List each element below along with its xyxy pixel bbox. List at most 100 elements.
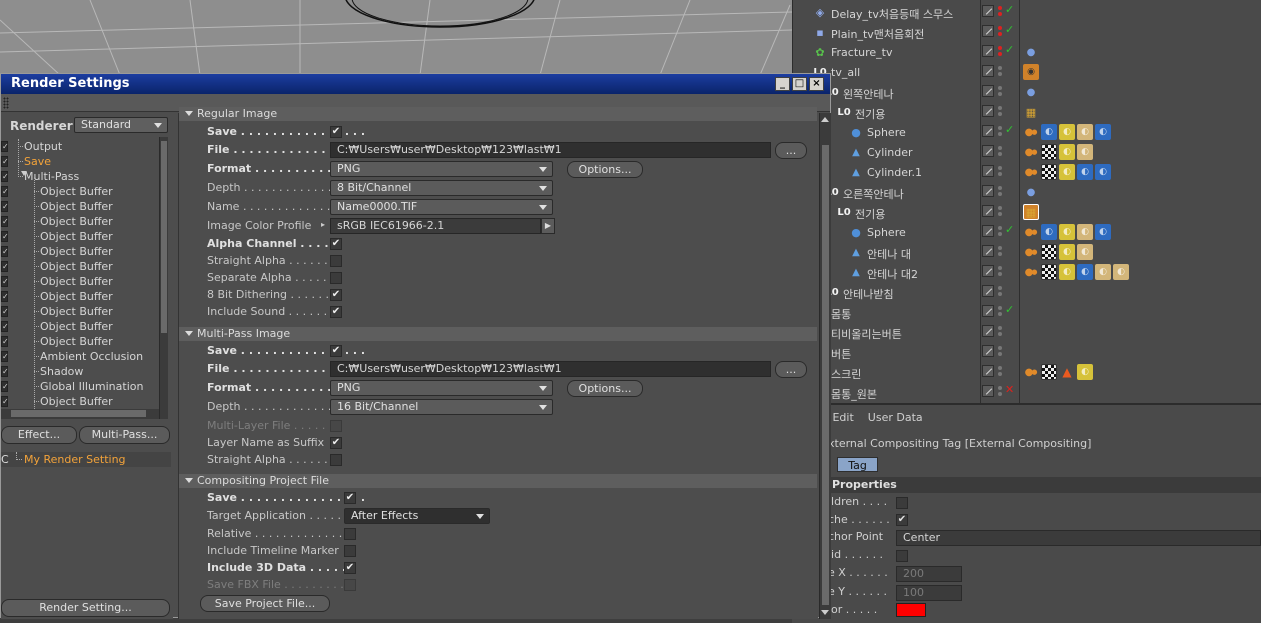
target-tag-icon[interactable]: ◉	[1023, 64, 1039, 80]
layer-edit-icon[interactable]	[982, 65, 994, 77]
dithering-checkbox[interactable]	[330, 289, 342, 301]
material-yellow-icon[interactable]: ◐	[1059, 144, 1075, 160]
tree-item-checkbox[interactable]: ✓	[1, 156, 9, 167]
tree-item[interactable]: ✓ Global Illumination	[1, 379, 159, 394]
mp-file-path-field[interactable]: C:₩Users₩user₩Desktop₩123₩last₩1	[330, 361, 771, 377]
phong-tag-icon[interactable]: ● ●	[1023, 264, 1039, 280]
object-row[interactable]: ⬮몸통_원본✕	[793, 382, 1261, 402]
include-sound-checkbox[interactable]	[330, 306, 342, 318]
layer-edit-icon[interactable]	[982, 5, 994, 17]
tree-item[interactable]: ✓ Object Buffer	[1, 214, 159, 229]
visibility-dots-icon[interactable]	[997, 245, 1003, 257]
section-multi-pass-image[interactable]: Multi-Pass Image	[179, 327, 817, 341]
layer-edit-icon[interactable]	[982, 205, 994, 217]
tree-item[interactable]: ✓ Output	[1, 139, 159, 154]
material-blue-icon[interactable]: ◐	[1077, 264, 1093, 280]
tree-item-checkbox[interactable]: ✓	[1, 171, 9, 182]
tree-item-checkbox[interactable]: ✓	[1, 321, 9, 332]
tree-item-checkbox[interactable]: ✓	[1, 186, 9, 197]
phong-tag-icon[interactable]: ● ●	[1023, 144, 1039, 160]
tree-item-checkbox[interactable]: ✓	[1, 216, 9, 227]
menu-user-data[interactable]: User Data	[868, 411, 923, 424]
visibility-dots-icon[interactable]	[997, 365, 1003, 377]
tree-item-checkbox[interactable]: ✓	[1, 351, 9, 362]
layer-edit-icon[interactable]	[982, 245, 994, 257]
tree-item-checkbox[interactable]: ✓	[1, 141, 9, 152]
expand-arrow-icon[interactable]	[21, 171, 27, 176]
sidebar-horizontal-scrollbar[interactable]	[1, 409, 159, 419]
object-row[interactable]: L0 왼쪽안테나 ●	[793, 82, 1261, 102]
visibility-dots-icon[interactable]	[997, 385, 1003, 397]
material-tan-icon[interactable]: ◐	[1095, 264, 1111, 280]
visibility-dots-icon[interactable]	[997, 285, 1003, 297]
mp-format-options-button[interactable]: Options...	[567, 380, 643, 397]
tree-item[interactable]: ✓ Object Buffer	[1, 244, 159, 259]
alpha-channel-checkbox[interactable]	[330, 238, 342, 250]
enabled-check-icon[interactable]: ✓	[1005, 223, 1014, 236]
layer-edit-icon[interactable]	[982, 125, 994, 137]
visibility-dots-icon[interactable]	[997, 345, 1003, 357]
disabled-x-icon[interactable]: ✕	[1005, 383, 1014, 396]
tab-tag[interactable]: Tag	[837, 457, 878, 472]
sidebar-vertical-scrollbar[interactable]	[159, 137, 168, 419]
tree-item-checkbox[interactable]: ✓	[1, 201, 9, 212]
object-row[interactable]: L0 안테나받침	[793, 282, 1261, 302]
visibility-dots-icon[interactable]	[997, 105, 1003, 117]
tree-item-checkbox[interactable]: ✓	[1, 396, 9, 407]
anchor-point-field[interactable]: Center	[896, 530, 1261, 546]
sphere-tag-icon[interactable]: ●	[1023, 44, 1039, 60]
enabled-check-icon[interactable]: ✓	[1005, 123, 1014, 136]
material-blue-icon[interactable]: ◐	[1095, 164, 1111, 180]
mp-browse-file-button[interactable]: ...	[775, 361, 807, 378]
object-row[interactable]: ▲ 스크린 ●● ▲◐	[793, 362, 1261, 382]
mp-save-checkbox[interactable]	[330, 345, 342, 357]
visibility-dots-icon[interactable]	[997, 225, 1003, 237]
visibility-dots-icon[interactable]	[997, 85, 1003, 97]
tree-item[interactable]: ✓ Save	[1, 154, 159, 169]
layer-edit-icon[interactable]	[982, 185, 994, 197]
tree-item[interactable]: ✓ Object Buffer	[1, 274, 159, 289]
visibility-dots-icon[interactable]	[997, 65, 1003, 77]
sphere-tag-icon[interactable]: ●	[1023, 84, 1039, 100]
name-dropdown[interactable]: Name0000.TIF	[330, 199, 553, 215]
phong-tag-icon[interactable]: ● ●	[1023, 124, 1039, 140]
cache-checkbox[interactable]	[896, 514, 908, 526]
color-profile-field[interactable]: sRGB IEC61966-2.1	[330, 218, 541, 234]
object-row[interactable]: ◈ Delay_tv처음등때 스무스 ✓	[793, 2, 1261, 22]
tree-item-checkbox[interactable]: ✓	[1, 261, 9, 272]
enabled-check-icon[interactable]: ✓	[1005, 23, 1014, 36]
tree-item[interactable]: ✓ Object Buffer	[1, 199, 159, 214]
object-row[interactable]: ● Sphere ✓ ● ● ◐ ◐ ◐ ◐	[793, 222, 1261, 242]
material-blue-icon[interactable]: ◐	[1041, 224, 1057, 240]
layer-edit-icon[interactable]	[982, 165, 994, 177]
save-project-file-button[interactable]: Save Project File...	[200, 595, 330, 612]
mp-straight-alpha-checkbox[interactable]	[330, 454, 342, 466]
layer-edit-icon[interactable]	[982, 365, 994, 377]
material-yellow-icon[interactable]: ◐	[1059, 164, 1075, 180]
material-yellow-icon[interactable]: ◐	[1059, 124, 1075, 140]
tree-item[interactable]: ✓ Object Buffer	[1, 319, 159, 334]
sphere-tag-icon[interactable]: ●	[1023, 184, 1039, 200]
checker-tag-icon[interactable]	[1041, 364, 1057, 380]
checker-tag-icon[interactable]	[1041, 244, 1057, 260]
layer-edit-icon[interactable]	[982, 305, 994, 317]
tree-item[interactable]: ✓ Object Buffer	[1, 289, 159, 304]
object-row[interactable]: L0 전기용 ▦	[793, 202, 1261, 222]
visibility-dots-icon[interactable]	[997, 45, 1003, 57]
material-tan-icon[interactable]: ◐	[1077, 144, 1093, 160]
visibility-dots-icon[interactable]	[997, 325, 1003, 337]
separate-alpha-checkbox[interactable]	[330, 272, 342, 284]
tree-item[interactable]: ✓ Object Buffer	[1, 184, 159, 199]
object-row[interactable]: L0버튼	[793, 342, 1261, 362]
section-regular-image[interactable]: Regular Image	[179, 107, 817, 121]
layer-name-suffix-checkbox[interactable]	[330, 437, 342, 449]
checker-tag-icon[interactable]	[1041, 164, 1057, 180]
tree-item[interactable]: ✓ Object Buffer	[1, 229, 159, 244]
clapper-selected-tag-icon[interactable]: ▦	[1023, 204, 1039, 220]
tree-item[interactable]: ✓ Object Buffer	[1, 334, 159, 349]
material-yellow-icon[interactable]: ◐	[1059, 244, 1075, 260]
layer-edit-icon[interactable]	[982, 105, 994, 117]
object-row[interactable]: ⬮몸통✓	[793, 302, 1261, 322]
close-icon[interactable]: ×	[809, 77, 824, 91]
tree-item-checkbox[interactable]: ✓	[1, 336, 9, 347]
